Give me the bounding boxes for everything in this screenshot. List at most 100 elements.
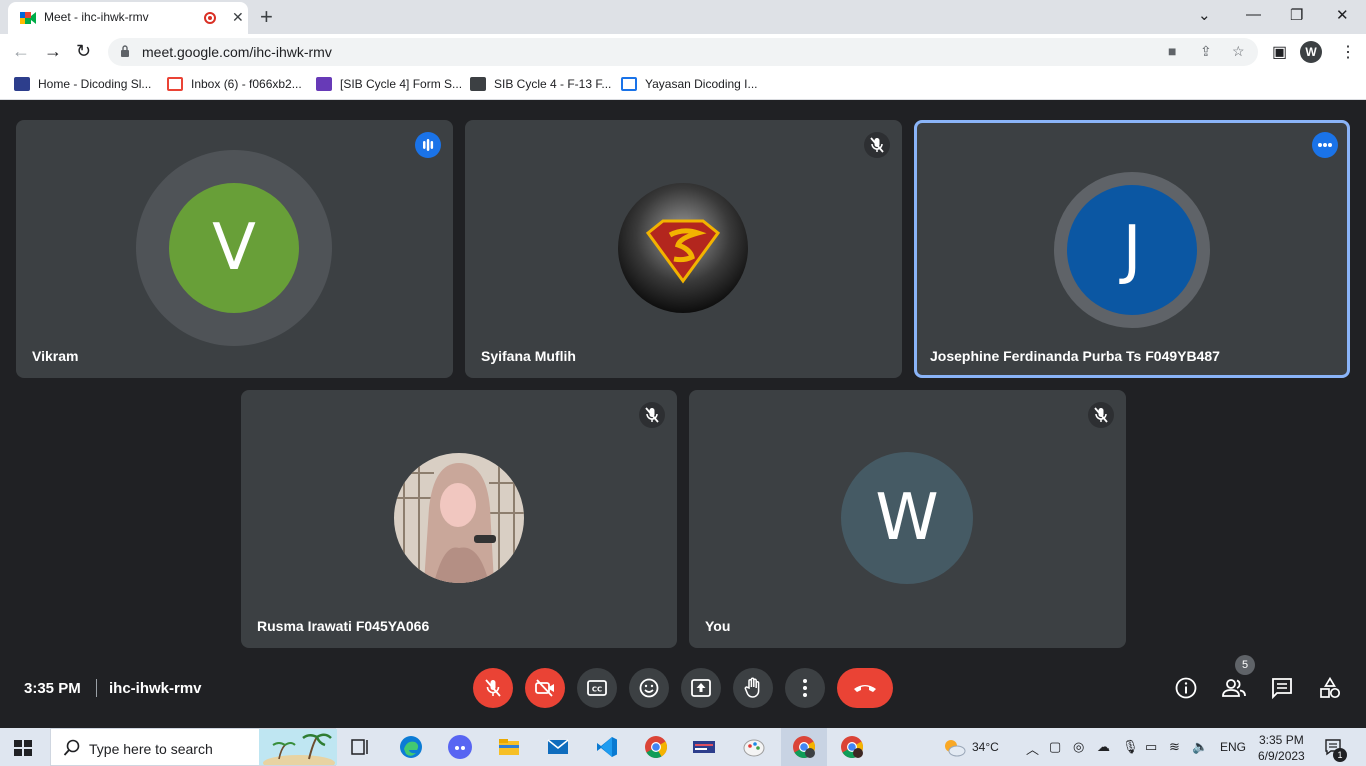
display-icon[interactable]: ▢ xyxy=(1049,739,1061,755)
show-hidden-icons-icon[interactable]: ︿ xyxy=(1026,739,1039,758)
gmail-icon xyxy=(167,77,183,91)
bookmark-label: Yayasan Dicoding I... xyxy=(645,77,758,91)
volume-icon[interactable]: 🔈 xyxy=(1192,739,1208,755)
participant-count-badge: 5 xyxy=(1235,655,1255,675)
mic-off-icon xyxy=(639,402,665,428)
onedrive-cloud-icon[interactable]: ☁ xyxy=(1097,739,1110,755)
forms-icon xyxy=(316,77,332,91)
camera-toggle-button[interactable] xyxy=(525,668,565,708)
video-off-icon xyxy=(535,679,554,697)
recording-icon xyxy=(204,12,216,24)
chrome-profile-w-icon[interactable] xyxy=(792,735,816,759)
bookmark-item[interactable]: Inbox (6) - f066xb2... xyxy=(167,77,302,91)
menu-icon[interactable]: ⋮ xyxy=(1340,42,1356,62)
search-icon xyxy=(63,739,80,756)
captions-button[interactable]: CC xyxy=(577,668,617,708)
forward-icon[interactable]: → xyxy=(44,41,62,62)
microphone-toggle-button[interactable] xyxy=(473,668,513,708)
new-tab-button[interactable]: + xyxy=(260,4,273,30)
chrome-profile-icon[interactable] xyxy=(840,735,864,759)
mic-off-icon xyxy=(1088,402,1114,428)
weather-temperature: 34°C xyxy=(972,740,999,754)
mail-icon[interactable] xyxy=(546,735,570,759)
microphone-tray-icon[interactable]: 🎙 xyxy=(1122,739,1139,755)
self-view-tile[interactable]: W You xyxy=(689,390,1126,648)
close-tab-icon[interactable]: ✕ xyxy=(232,9,244,26)
side-panel-icon[interactable]: ▣ xyxy=(1272,42,1287,62)
system-clock[interactable]: 3:35 PM 6/9/2023 xyxy=(1258,732,1305,764)
present-screen-button[interactable] xyxy=(681,668,721,708)
avatar: V xyxy=(169,183,299,313)
participant-name: Josephine Ferdinanda Purba Ts F049YB487 xyxy=(930,348,1220,364)
discord-icon[interactable] xyxy=(448,735,472,759)
participant-tile[interactable]: Syifana Muflih xyxy=(465,120,902,378)
search-placeholder: Type here to search xyxy=(89,741,213,757)
bookmark-item[interactable]: Home - Dicoding Sl... xyxy=(14,77,151,91)
browser-tab[interactable]: Meet - ihc-ihwk-rmv ✕ xyxy=(8,2,248,34)
profile-avatar[interactable]: W xyxy=(1300,41,1322,63)
back-icon[interactable]: ← xyxy=(12,41,30,62)
dicoding-app-icon[interactable] xyxy=(692,735,716,759)
meeting-code: ihc-ihwk-rmv xyxy=(109,680,202,697)
meeting-time: 3:35 PM xyxy=(24,680,81,697)
minimize-button[interactable]: — xyxy=(1246,6,1261,23)
participant-tile-pinned[interactable]: J Josephine Ferdinanda Purba Ts F049YB48… xyxy=(914,120,1350,378)
meeting-details-button[interactable] xyxy=(1171,673,1201,703)
battery-icon[interactable]: ▭ xyxy=(1145,739,1157,755)
file-explorer-icon[interactable] xyxy=(497,735,521,759)
avatar: J xyxy=(1067,185,1197,315)
bookmark-label: Home - Dicoding Sl... xyxy=(38,77,152,91)
bookmark-item[interactable]: SIB Cycle 4 - F-13 F... xyxy=(470,77,611,91)
more-options-icon[interactable] xyxy=(1312,132,1338,158)
participant-tile[interactable]: V Vikram xyxy=(16,120,453,378)
bookmark-item[interactable]: Yayasan Dicoding I... xyxy=(621,77,758,91)
raise-hand-button[interactable] xyxy=(733,668,773,708)
chat-icon xyxy=(1272,678,1292,699)
reactions-button[interactable] xyxy=(629,668,669,708)
chat-button[interactable] xyxy=(1267,673,1297,703)
lock-icon xyxy=(121,45,129,57)
bookmarks-bar: Home - Dicoding Sl... Inbox (6) - f066xb… xyxy=(0,70,1366,100)
svg-text:CC: CC xyxy=(592,686,602,694)
search-highlight-image xyxy=(259,729,337,765)
more-options-button[interactable] xyxy=(785,668,825,708)
weather-icon[interactable] xyxy=(942,737,966,757)
speaking-indicator-icon xyxy=(415,132,441,158)
edge-icon[interactable] xyxy=(399,735,423,759)
hang-up-icon xyxy=(854,685,876,692)
profile-photo-avatar xyxy=(394,453,524,583)
info-icon xyxy=(1175,677,1197,699)
people-button[interactable] xyxy=(1219,673,1249,703)
chrome-icon[interactable] xyxy=(644,735,668,759)
browser-tab-strip: Meet - ihc-ihwk-rmv ✕ + ⌄ — ❐ ✕ xyxy=(0,0,1366,34)
avatar: W xyxy=(841,452,973,584)
task-view-icon[interactable] xyxy=(348,735,372,759)
windows-start-icon[interactable] xyxy=(14,740,32,756)
paint-icon[interactable] xyxy=(742,735,766,759)
bookmark-label: SIB Cycle 4 - F-13 F... xyxy=(494,77,612,91)
bookmark-star-icon[interactable]: ☆ xyxy=(1232,43,1245,60)
restore-button[interactable]: ❐ xyxy=(1290,6,1303,24)
mic-off-icon xyxy=(864,132,890,158)
reload-icon[interactable]: ↻ xyxy=(76,41,91,62)
webcam-icon[interactable]: ◎ xyxy=(1073,739,1084,755)
mic-off-icon xyxy=(485,679,501,697)
camera-icon[interactable]: ■ xyxy=(1168,43,1176,59)
language-indicator[interactable]: ENG xyxy=(1220,740,1246,754)
activities-button[interactable] xyxy=(1315,673,1345,703)
share-icon[interactable]: ⇪ xyxy=(1200,43,1212,60)
taskbar-search-box[interactable]: Type here to search xyxy=(50,728,337,766)
people-icon xyxy=(1222,679,1246,697)
tab-search-icon[interactable]: ⌄ xyxy=(1198,6,1211,24)
emoji-icon xyxy=(639,678,659,698)
browser-toolbar: ← → ↻ meet.google.com/ihc-ihwk-rmv ■ ⇪ ☆… xyxy=(0,34,1366,70)
participant-tile[interactable]: Rusma Irawati F045YA066 xyxy=(241,390,677,648)
bookmark-item[interactable]: [SIB Cycle 4] Form S... xyxy=(316,77,462,91)
leave-call-button[interactable] xyxy=(837,668,893,708)
address-bar[interactable]: meet.google.com/ihc-ihwk-rmv ■ ⇪ ☆ xyxy=(108,38,1258,66)
close-window-button[interactable]: ✕ xyxy=(1336,6,1349,24)
wifi-icon[interactable]: ≋ xyxy=(1169,739,1180,755)
closed-captions-icon: CC xyxy=(587,680,607,696)
vscode-icon[interactable] xyxy=(595,735,619,759)
calendar-icon xyxy=(621,77,637,91)
